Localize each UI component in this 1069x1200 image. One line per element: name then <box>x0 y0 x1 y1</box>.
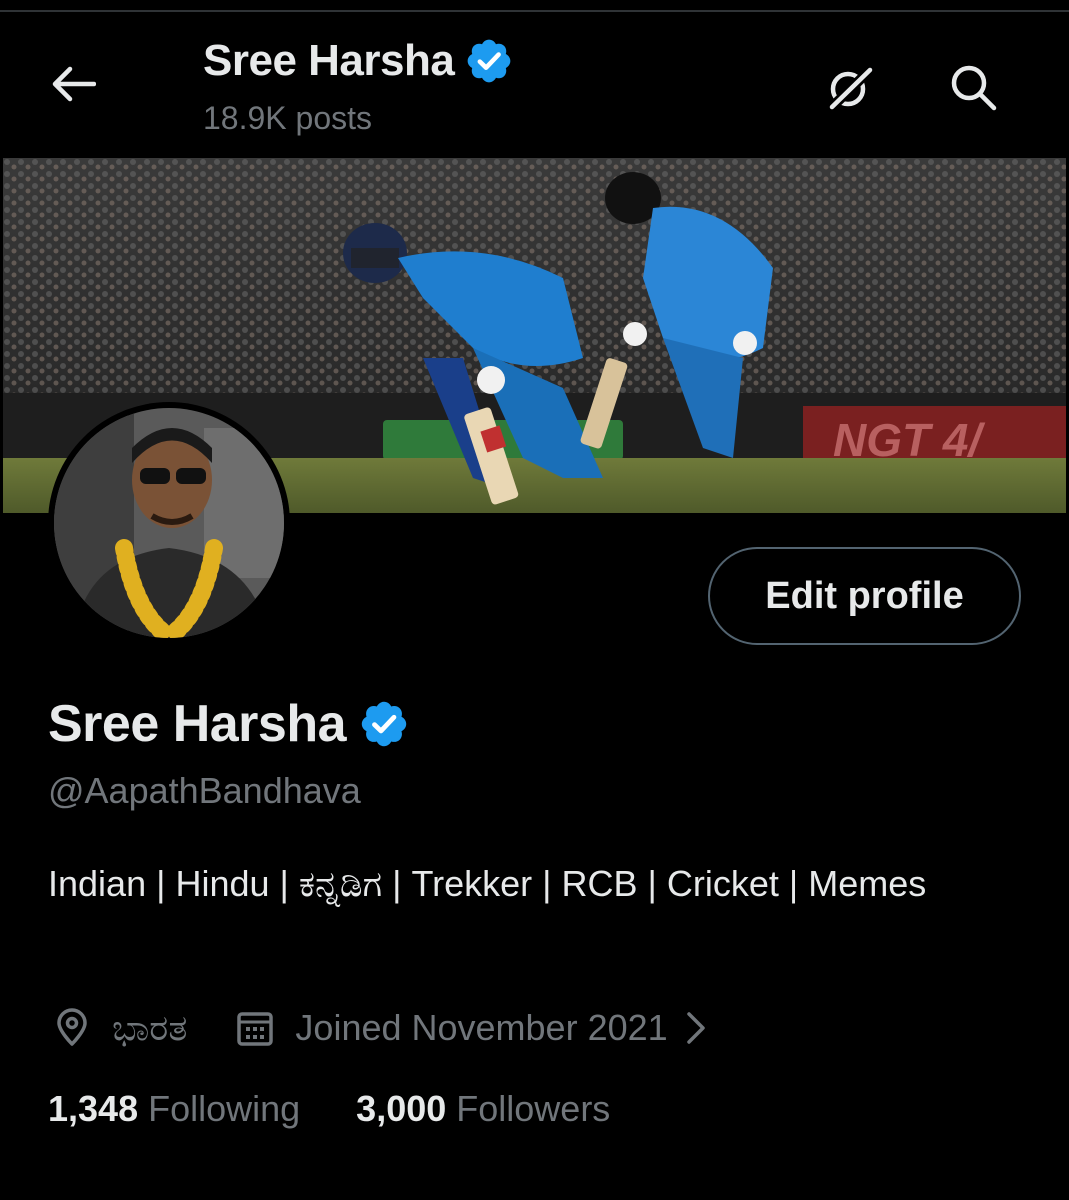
location-item: ಭಾರತ <box>52 1007 187 1050</box>
profile-handle: @AapathBandhava <box>48 770 361 811</box>
avatar-frame[interactable] <box>48 402 290 644</box>
profile-meta: ಭಾರತ Joined November 2021 <box>52 1000 710 1056</box>
location-text: ಭಾರತ <box>112 1006 188 1048</box>
grok-icon <box>827 65 875 112</box>
following-link[interactable]: 1,348 Following <box>48 1088 300 1130</box>
chevron-right-icon <box>686 1012 705 1044</box>
posts-count: 18.9K posts <box>203 100 372 136</box>
followers-link[interactable]: 3,000 Followers <box>356 1088 610 1130</box>
profile-name: Sree Harsha <box>48 695 347 753</box>
following-count: 1,348 <box>48 1088 139 1129</box>
header-name: Sree Harsha <box>203 36 455 85</box>
verified-badge-icon[interactable] <box>464 36 514 86</box>
back-button[interactable] <box>44 56 104 112</box>
followers-label: Followers <box>456 1088 611 1129</box>
joined-item[interactable]: Joined November 2021 <box>235 1007 709 1049</box>
profile-name-row: Sree Harsha <box>48 694 410 754</box>
search-icon <box>951 65 997 111</box>
header-title-row: Sree Harsha <box>203 36 514 86</box>
profile-header: Sree Harsha 18.9K posts <box>0 12 1069 158</box>
location-pin-icon <box>57 1008 87 1046</box>
avatar-image <box>54 408 284 638</box>
followers-count: 3,000 <box>356 1088 447 1129</box>
edit-profile-button[interactable]: Edit profile <box>708 547 1021 645</box>
profile-bio: Indian | Hindu | ಕನ್ನಡಿಗ | Trekker | RCB… <box>48 863 927 904</box>
avatar <box>54 408 284 638</box>
arrow-left-icon <box>52 66 96 102</box>
search-button[interactable] <box>944 58 1004 118</box>
following-label: Following <box>148 1088 301 1129</box>
verified-badge-icon[interactable] <box>358 698 410 750</box>
joined-text: Joined November 2021 <box>295 1007 668 1048</box>
calendar-icon <box>237 1012 274 1046</box>
follow-stats: 1,348 Following 3,000 Followers <box>48 1088 610 1130</box>
grok-button[interactable] <box>820 58 880 118</box>
